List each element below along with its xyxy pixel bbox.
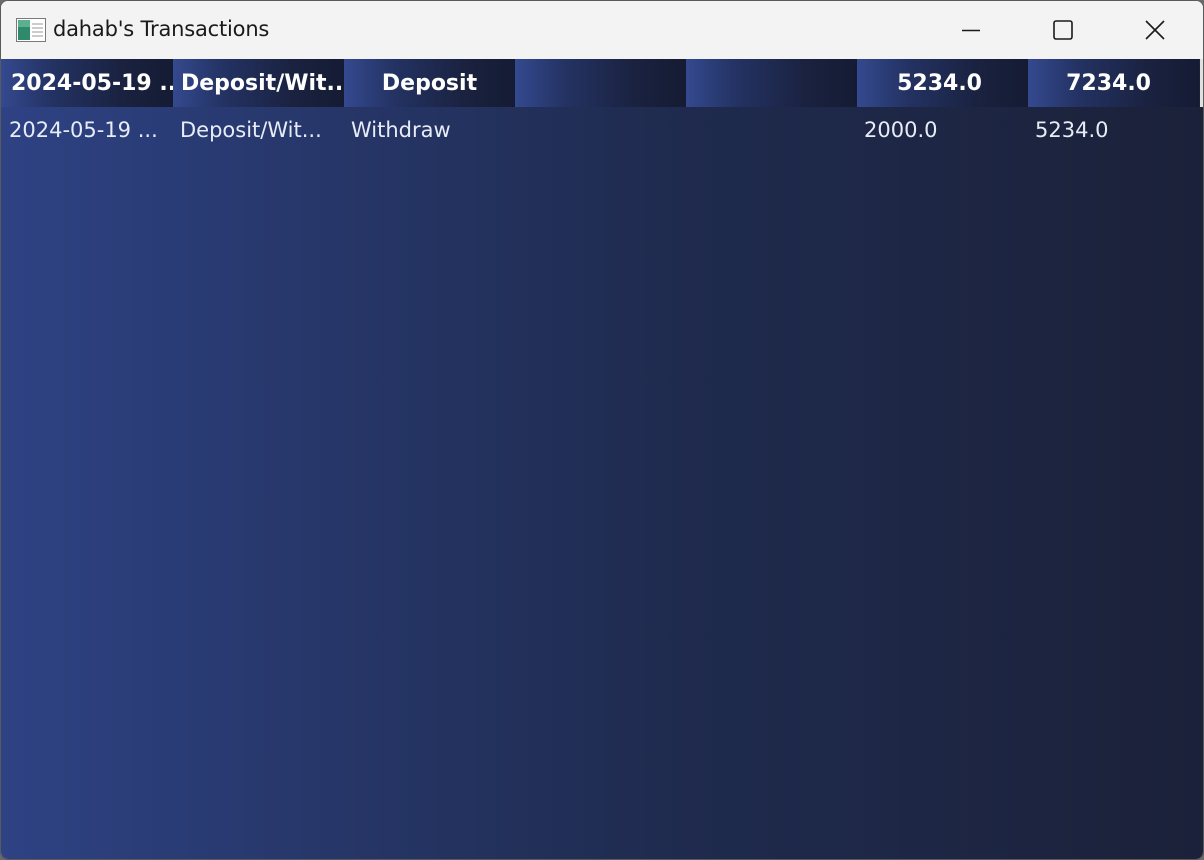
cell-type: Deposit/Wit... [180, 118, 322, 142]
header-cell-date[interactable]: 2024-05-19 ... [1, 59, 173, 107]
minimize-icon [961, 20, 981, 40]
cell-balance: 5234.0 [1035, 118, 1109, 142]
cell-amount: 2000.0 [864, 118, 938, 142]
transactions-panel: 2024-05-19 ... Deposit/Wit... Deposit 52… [1, 59, 1203, 859]
cell-date: 2024-05-19 ... [9, 118, 158, 142]
close-icon [1144, 19, 1166, 41]
minimize-button[interactable] [925, 1, 1017, 59]
header-cell-action[interactable]: Deposit [344, 59, 515, 107]
header-cell-empty-2[interactable] [686, 59, 857, 107]
header-edge [1200, 59, 1203, 107]
cell-action: Withdraw [351, 118, 451, 142]
title-bar[interactable]: dahab's Transactions [1, 1, 1203, 59]
table-row[interactable]: 2024-05-19 ... Deposit/Wit... Withdraw 2… [1, 107, 1200, 153]
close-button[interactable] [1109, 1, 1201, 59]
cell-empty-2 [686, 107, 857, 153]
header-cell-balance[interactable]: 7234.0 [1028, 59, 1199, 107]
maximize-button[interactable] [1017, 1, 1109, 59]
header-cell-empty-1[interactable] [515, 59, 686, 107]
table-header-row: 2024-05-19 ... Deposit/Wit... Deposit 52… [1, 59, 1200, 107]
transactions-window: dahab's Transactions 2024-05-19 ... Depo… [0, 0, 1204, 860]
window-title: dahab's Transactions [53, 17, 270, 41]
maximize-icon [1052, 19, 1074, 41]
spreadsheet-app-icon [16, 18, 46, 42]
cell-empty-1 [515, 107, 686, 153]
header-cell-type[interactable]: Deposit/Wit... [173, 59, 344, 107]
header-cell-amount[interactable]: 5234.0 [857, 59, 1028, 107]
